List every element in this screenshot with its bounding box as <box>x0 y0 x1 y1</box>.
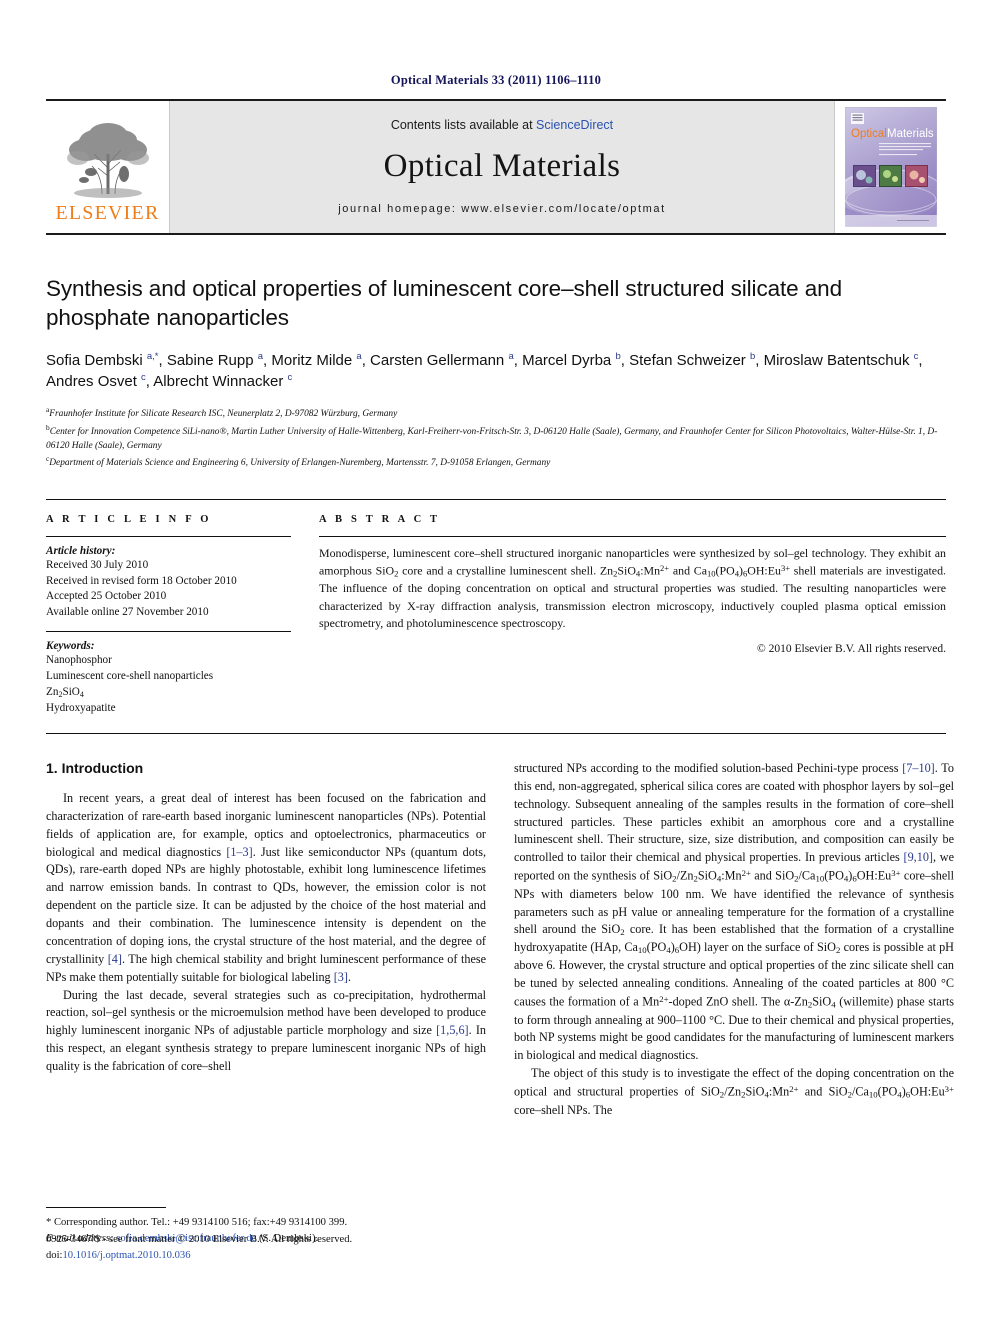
section-heading-introduction: 1. Introduction <box>46 759 144 776</box>
abstract-copyright: © 2010 Elsevier B.V. All rights reserved… <box>757 642 946 655</box>
journal-title: Optical Materials <box>383 147 621 184</box>
elsevier-wordmark: ELSEVIER <box>55 201 160 224</box>
running-head: Optical Materials 33 (2011) 1106–1110 <box>390 73 602 87</box>
body-column-left: 1. Introduction In recent years, a great… <box>46 759 486 1244</box>
elsevier-tree-icon <box>58 114 158 202</box>
intro-paragraph: In recent years, a great deal of interes… <box>46 790 486 984</box>
article-info-heading: A R T I C L E I N F O <box>46 513 212 525</box>
abstract-text: Monodisperse, luminescent core–shell str… <box>319 545 946 631</box>
intro-paragraph: The object of this study is to investiga… <box>514 1066 954 1117</box>
affiliation-a: aFraunhofer Institute for Silicate Resea… <box>46 404 946 421</box>
footnote-rule <box>46 1206 166 1208</box>
article-history-label: Article history: <box>46 544 116 557</box>
footnote-corresponding: * Corresponding author. Tel.: +49 931410… <box>46 1216 348 1228</box>
journal-article-page: Optical Materials 33 (2011) 1106–1110 EL… <box>0 0 992 1323</box>
article-history-received: Received 30 July 2010 <box>46 558 149 571</box>
intro-paragraph: During the last decade, several strategi… <box>46 987 486 1074</box>
svg-text:Optical: Optical <box>851 128 887 140</box>
svg-text:Materials: Materials <box>887 128 934 140</box>
body-column-right: structured NPs according to the modified… <box>514 760 954 1120</box>
keywords-rule <box>46 631 291 633</box>
keyword-item: Nanophosphor <box>46 654 112 667</box>
abstract-rule <box>319 535 946 537</box>
affiliation-text-b: Center for Innovation Competence SiLi-na… <box>46 426 938 451</box>
doi-link[interactable]: 10.1016/j.optmat.2010.10.036 <box>62 1250 190 1261</box>
affiliation-c: cDepartment of Materials Science and Eng… <box>46 453 946 470</box>
article-info-rule <box>46 535 291 537</box>
issn-front-matter-line: 0925-3467/$ - see front matter © 2010 El… <box>46 1234 353 1245</box>
article-history-revised: Received in revised form 18 October 2010 <box>46 574 237 587</box>
keyword-item: Hydroxyapatite <box>46 702 116 714</box>
page-footer: 0925-3467/$ - see front matter © 2010 El… <box>46 1232 486 1264</box>
author-list: Sofia Dembski a,*, Sabine Rupp a, Moritz… <box>46 350 923 391</box>
doi-line: doi:10.1016/j.optmat.2010.10.036 <box>46 1248 486 1264</box>
abstract-column: A B S T R A C T Monodisperse, luminescen… <box>319 514 946 717</box>
affiliation-text-a: Fraunhofer Institute for Silicate Resear… <box>49 409 398 420</box>
article-history-accepted: Accepted 25 October 2010 <box>46 590 167 603</box>
keyword-item: Luminescent core-shell nanoparticles <box>46 670 214 683</box>
affiliation-text-c: Department of Materials Science and Engi… <box>49 458 551 469</box>
journal-cover-thumbnail: Optical Materials <box>834 101 946 233</box>
affiliation-list: aFraunhofer Institute for Silicate Resea… <box>46 404 946 471</box>
keyword-item: Zn2SiO4 <box>46 686 84 699</box>
article-info-column: A R T I C L E I N F O Article history: R… <box>46 514 291 717</box>
keywords-label: Keywords: <box>46 640 95 653</box>
info-abstract-band: A R T I C L E I N F O Article history: R… <box>46 498 946 734</box>
journal-masthead: ELSEVIER Contents lists available at Sci… <box>46 99 946 235</box>
elsevier-logo: ELSEVIER <box>46 101 170 233</box>
affiliation-b: bCenter for Innovation Competence SiLi-n… <box>46 422 946 454</box>
contents-available-line: Contents lists available at ScienceDirec… <box>391 118 613 132</box>
title-block: Synthesis and optical properties of lumi… <box>46 275 946 471</box>
article-body: 1. Introduction In recent years, a great… <box>46 759 954 1244</box>
contents-prefix: Contents lists available at <box>390 117 537 132</box>
masthead-center: Contents lists available at ScienceDirec… <box>170 101 834 233</box>
abstract-heading: A B S T R A C T <box>319 513 441 525</box>
doi-label: doi: <box>46 1249 63 1261</box>
journal-homepage-link[interactable]: journal homepage: www.elsevier.com/locat… <box>338 203 666 215</box>
sciencedirect-link[interactable]: ScienceDirect <box>536 118 613 132</box>
intro-paragraph: structured NPs according to the modified… <box>514 760 955 1063</box>
article-history-online: Available online 27 November 2010 <box>46 606 209 619</box>
page-title: Synthesis and optical properties of lumi… <box>46 276 842 330</box>
